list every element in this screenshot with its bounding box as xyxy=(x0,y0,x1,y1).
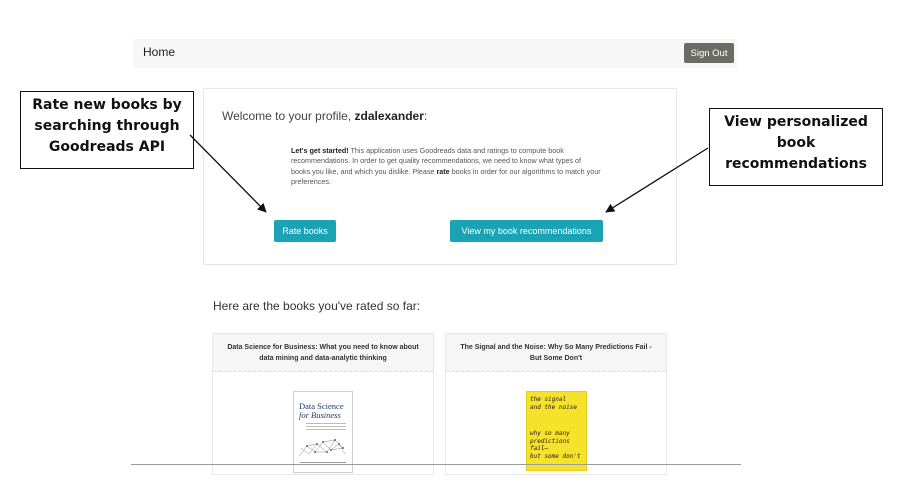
callout-line: searching through xyxy=(34,118,180,134)
callout-line: recommendations xyxy=(725,156,867,172)
cover-title-line-2: for Business xyxy=(299,410,341,420)
cover-line-4: predictions fail— xyxy=(530,437,570,453)
intro-rate: rate xyxy=(436,166,450,176)
nav-home-link[interactable]: Home xyxy=(143,45,175,59)
book-cover[interactable]: the signal and the noise why so many predi… xyxy=(526,391,587,471)
page-cutoff-line xyxy=(131,464,741,465)
username: zdalexander xyxy=(354,109,424,123)
callout-line: Rate new books by xyxy=(32,97,182,113)
callout-line: book xyxy=(776,135,816,151)
rate-books-button[interactable]: Rate books xyxy=(274,220,336,242)
book-title: The Signal and the Noise: Why So Many Pr… xyxy=(446,334,666,372)
callout-line: Goodreads API xyxy=(48,139,166,155)
cover-author-line xyxy=(300,462,346,463)
cover-line-5: but some don't xyxy=(530,452,581,460)
book-title: Data Science for Business: What you need… xyxy=(213,334,433,372)
navbar: Home Sign Out xyxy=(133,39,737,68)
cover-subtitle: why so many predictions fail— but some don… xyxy=(530,430,586,460)
cover-network-art xyxy=(298,439,346,457)
book-cover[interactable]: Data Science for Business xyxy=(293,391,353,473)
cover-title: the signal and the noise xyxy=(530,396,577,411)
cover-line-1: the signal xyxy=(530,396,567,403)
cover-line-2: and the noise xyxy=(530,403,577,411)
welcome-card: Welcome to your profile, zdalexander: Le… xyxy=(203,88,677,265)
rate-books-callout: Rate new books by searching through Good… xyxy=(20,91,194,169)
welcome-prefix: Welcome to your profile, xyxy=(222,109,355,123)
welcome-heading: Welcome to your profile, zdalexander: xyxy=(222,109,427,123)
cover-line-3: why so many xyxy=(530,430,570,437)
intro-text: Let's get started! This application uses… xyxy=(291,146,601,188)
callout-line: View personalized xyxy=(724,114,868,130)
cover-subtitle-lines xyxy=(306,423,346,435)
recommendations-callout: View personalized book recommendations xyxy=(709,108,883,186)
sign-out-button[interactable]: Sign Out xyxy=(684,43,734,63)
welcome-suffix: : xyxy=(423,109,428,123)
book-card[interactable]: The Signal and the Noise: Why So Many Pr… xyxy=(445,333,667,475)
cover-title: Data Science for Business xyxy=(299,402,344,420)
view-recommendations-button[interactable]: View my book recommendations xyxy=(450,220,603,242)
rated-books-heading: Here are the books you've rated so far: xyxy=(213,299,421,313)
book-card[interactable]: Data Science for Business: What you need… xyxy=(212,333,434,475)
intro-bold: Let's get started! xyxy=(291,146,349,155)
